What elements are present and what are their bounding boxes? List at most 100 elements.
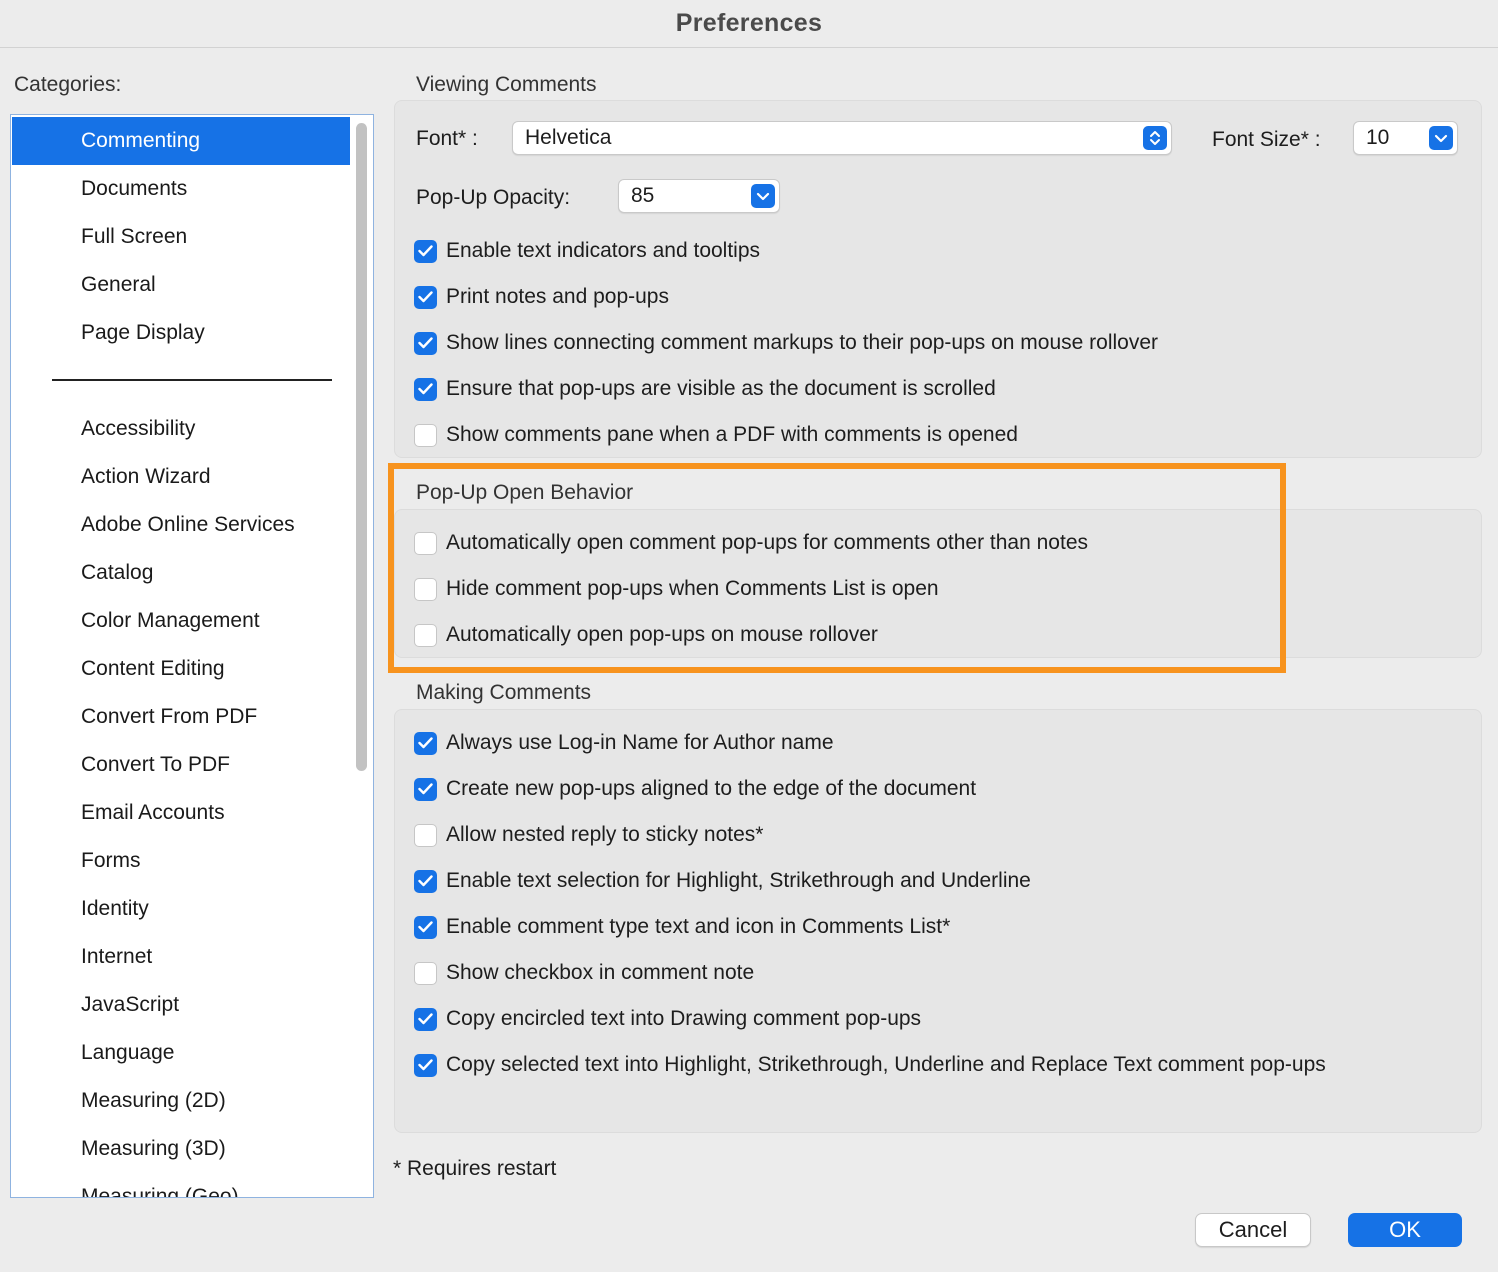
checkbox-row[interactable]: Create new pop-ups aligned to the edge o… <box>414 774 976 804</box>
categories-label: Categories: <box>14 73 122 96</box>
category-separator <box>52 379 332 381</box>
category-item-email-accounts[interactable]: Email Accounts <box>12 789 350 837</box>
categories-list[interactable]: Commenting Documents Full Screen General… <box>10 114 374 1198</box>
category-item-measuring-2d[interactable]: Measuring (2D) <box>12 1077 350 1125</box>
checkbox-row[interactable]: Enable text selection for Highlight, Str… <box>414 866 1031 896</box>
checkbox[interactable] <box>414 1007 437 1031</box>
popup-opacity-select[interactable]: 85 <box>618 179 780 213</box>
category-item-content-editing[interactable]: Content Editing <box>12 645 350 693</box>
popup-opacity-value: 85 <box>631 184 655 207</box>
checkbox-label: Allow nested reply to sticky notes* <box>446 823 764 846</box>
updown-chevron-icon <box>1143 126 1167 150</box>
checkbox-row[interactable]: Automatically open pop-ups on mouse roll… <box>414 620 878 650</box>
checkbox-row[interactable]: Ensure that pop-ups are visible as the d… <box>414 374 996 404</box>
checkbox-row[interactable]: Hide comment pop-ups when Comments List … <box>414 574 939 604</box>
checkbox[interactable] <box>414 331 437 355</box>
category-item-action-wizard[interactable]: Action Wizard <box>12 453 350 501</box>
checkmark-icon <box>418 337 433 349</box>
checkbox[interactable] <box>414 731 437 755</box>
checkbox-label: Enable text selection for Highlight, Str… <box>446 869 1031 892</box>
checkbox-label: Ensure that pop-ups are visible as the d… <box>446 377 996 400</box>
checkbox-label: Print notes and pop-ups <box>446 285 669 308</box>
checkbox-row[interactable]: Automatically open comment pop-ups for c… <box>414 528 1088 558</box>
checkbox-label: Show lines connecting comment markups to… <box>446 331 1159 354</box>
checkmark-icon <box>418 921 433 933</box>
category-item-javascript[interactable]: JavaScript <box>12 981 350 1029</box>
checkbox-label: Enable text indicators and tooltips <box>446 239 761 262</box>
checkbox-row[interactable]: Copy encircled text into Drawing comment… <box>414 1004 921 1034</box>
checkbox-row[interactable]: Show comments pane when a PDF with comme… <box>414 420 1018 450</box>
ok-button[interactable]: OK <box>1348 1213 1462 1247</box>
category-item-language[interactable]: Language <box>12 1029 350 1077</box>
checkbox[interactable] <box>414 577 437 601</box>
checkbox-row[interactable]: Show checkbox in comment note <box>414 958 754 988</box>
viewing-comments-title: Viewing Comments <box>416 73 597 96</box>
checkbox-row[interactable]: Allow nested reply to sticky notes* <box>414 820 763 850</box>
checkbox[interactable] <box>414 961 437 985</box>
popup-behavior-title: Pop-Up Open Behavior <box>416 481 634 504</box>
checkbox-label: Create new pop-ups aligned to the edge o… <box>446 777 977 800</box>
checkmark-icon <box>418 291 433 303</box>
window-title: Preferences <box>675 9 823 37</box>
checkmark-icon <box>418 1059 433 1071</box>
category-item-general[interactable]: General <box>12 261 350 309</box>
chevron-down-icon <box>1429 126 1453 150</box>
font-size-select-value: 10 <box>1366 126 1390 149</box>
category-item-convert-to-pdf[interactable]: Convert To PDF <box>12 741 350 789</box>
checkmark-icon <box>418 783 433 795</box>
checkbox-label: Copy encircled text into Drawing comment… <box>446 1007 922 1030</box>
checkbox[interactable] <box>414 239 437 263</box>
category-item-adobe-online-services[interactable]: Adobe Online Services <box>12 501 350 549</box>
category-item-measuring-3d[interactable]: Measuring (3D) <box>12 1125 350 1173</box>
checkbox-label: Copy selected text into Highlight, Strik… <box>446 1053 1326 1076</box>
checkbox-label: Automatically open comment pop-ups for c… <box>446 531 1088 554</box>
checkbox-row[interactable]: Enable comment type text and icon in Com… <box>414 912 950 942</box>
checkmark-icon <box>418 875 433 887</box>
chevron-down-icon <box>751 184 775 208</box>
category-item-color-management[interactable]: Color Management <box>12 597 350 645</box>
checkbox[interactable] <box>414 423 437 447</box>
category-item-page-display[interactable]: Page Display <box>12 309 350 357</box>
category-item-commenting[interactable]: Commenting <box>12 117 350 165</box>
category-item-identity[interactable]: Identity <box>12 885 350 933</box>
category-item-documents[interactable]: Documents <box>12 165 350 213</box>
font-select[interactable]: Helvetica <box>512 121 1172 155</box>
checkbox[interactable] <box>414 869 437 893</box>
checkbox[interactable] <box>414 777 437 801</box>
font-label: Font* : <box>416 127 478 150</box>
checkbox-row[interactable]: Enable text indicators and tooltips <box>414 236 760 266</box>
checkbox-row[interactable]: Show lines connecting comment markups to… <box>414 328 1158 358</box>
making-comments-title: Making Comments <box>416 681 592 704</box>
checkbox-label: Hide comment pop-ups when Comments List … <box>446 577 939 600</box>
checkbox-row[interactable]: Print notes and pop-ups <box>414 282 669 312</box>
category-item-measuring-geo[interactable]: Measuring (Geo) <box>12 1173 350 1197</box>
checkbox[interactable] <box>414 1053 437 1077</box>
category-item-internet[interactable]: Internet <box>12 933 350 981</box>
checkbox[interactable] <box>414 285 437 309</box>
checkbox[interactable] <box>414 623 437 647</box>
category-item-forms[interactable]: Forms <box>12 837 350 885</box>
checkbox-row[interactable]: Always use Log-in Name for Author name <box>414 728 834 758</box>
category-item-full-screen[interactable]: Full Screen <box>12 213 350 261</box>
checkbox[interactable] <box>414 377 437 401</box>
font-select-value: Helvetica <box>525 126 612 149</box>
font-size-label: Font Size* : <box>1212 128 1321 151</box>
checkbox-label: Always use Log-in Name for Author name <box>446 731 834 754</box>
checkmark-icon <box>418 383 433 395</box>
checkbox-label: Show checkbox in comment note <box>446 961 755 984</box>
font-size-select[interactable]: 10 <box>1353 121 1458 155</box>
checkbox-label: Enable comment type text and icon in Com… <box>446 915 951 938</box>
cancel-button[interactable]: Cancel <box>1195 1213 1311 1247</box>
category-item-convert-from-pdf[interactable]: Convert From PDF <box>12 693 350 741</box>
checkbox[interactable] <box>414 531 437 555</box>
title-bar: Preferences <box>0 0 1498 48</box>
checkbox[interactable] <box>414 823 437 847</box>
checkbox-row[interactable]: Copy selected text into Highlight, Strik… <box>414 1050 1326 1080</box>
checkbox[interactable] <box>414 915 437 939</box>
category-item-catalog[interactable]: Catalog <box>12 549 350 597</box>
categories-scrollbar[interactable] <box>356 123 367 771</box>
checkmark-icon <box>418 245 433 257</box>
category-item-accessibility[interactable]: Accessibility <box>12 405 350 453</box>
requires-restart-note: * Requires restart <box>393 1157 557 1180</box>
checkmark-icon <box>418 1013 433 1025</box>
